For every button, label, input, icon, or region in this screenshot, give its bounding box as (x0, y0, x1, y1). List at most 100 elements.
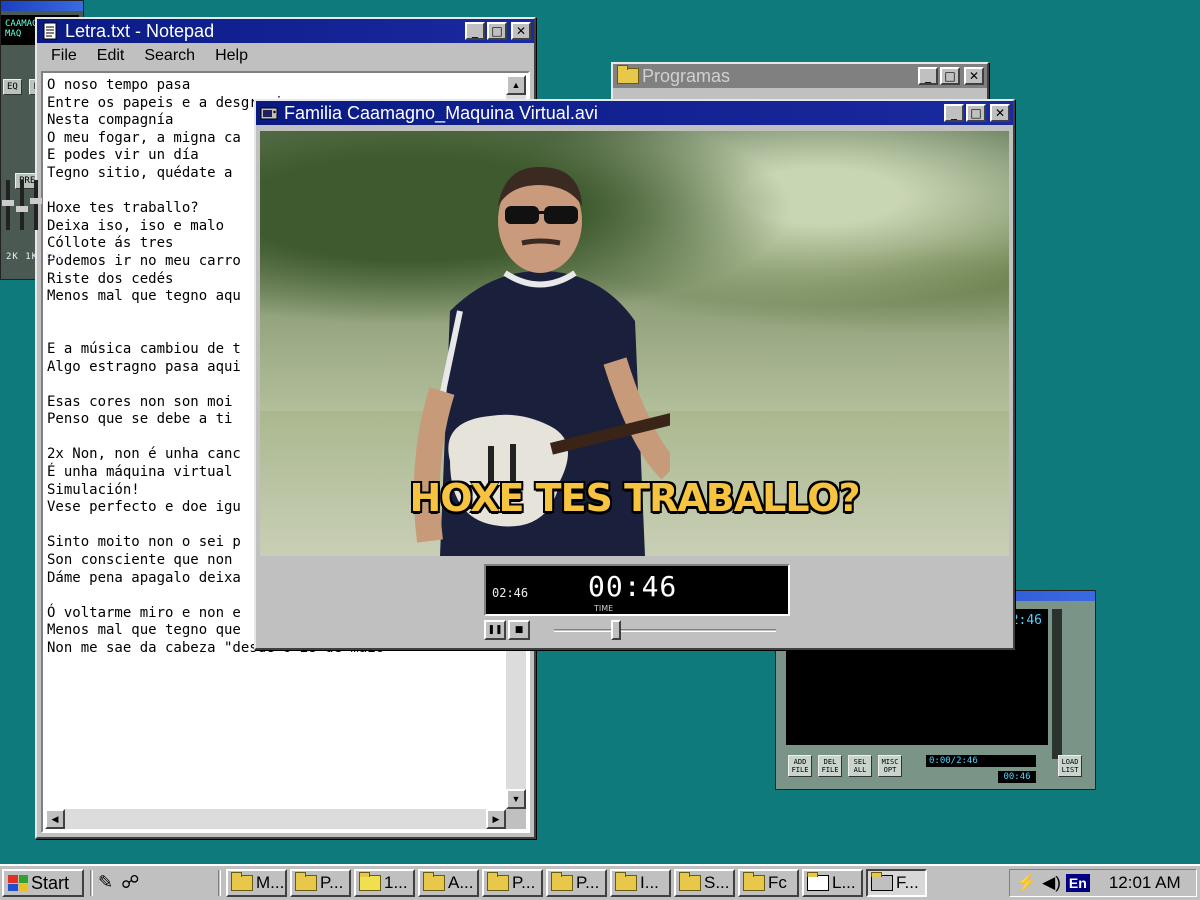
close-button[interactable]: ✕ (990, 104, 1010, 122)
folder-icon (423, 872, 445, 891)
system-tray: ⚡ ◀) En 12:01 AM (1009, 869, 1197, 897)
folder-icon (679, 872, 701, 891)
playlist-status: 0:00/2:46 (926, 755, 1036, 767)
scroll-corner (506, 809, 526, 829)
task-label: F... (896, 873, 919, 892)
clock[interactable]: 12:01 AM (1109, 873, 1181, 893)
notepad-icon (807, 872, 829, 891)
seek-track[interactable] (554, 629, 776, 632)
misc-opt-button[interactable]: MISC OPT (878, 755, 902, 777)
task-label: P... (320, 873, 344, 892)
maximize-button[interactable]: □ (966, 104, 986, 122)
folder-icon (295, 872, 317, 891)
task-button[interactable]: L... (802, 869, 863, 897)
task-button[interactable]: 1... (354, 869, 415, 897)
pause-button[interactable]: ❚❚ (484, 620, 506, 640)
del-file-button[interactable]: DEL FILE (818, 755, 842, 777)
start-label: Start (31, 872, 70, 893)
media-player-window[interactable]: Familia Caamagno_Maquina Virtual.avi _ □… (254, 99, 1015, 650)
task-button[interactable]: M... (226, 869, 287, 897)
horizontal-scrollbar[interactable]: ◀ ▶ (45, 809, 506, 829)
maximize-button[interactable]: □ (487, 22, 507, 40)
menu-file[interactable]: File (51, 47, 77, 65)
close-button[interactable]: ✕ (964, 67, 984, 85)
menu-search[interactable]: Search (144, 47, 195, 65)
player-title: Familia Caamagno_Maquina Virtual.avi (284, 102, 598, 123)
volume-icon[interactable]: ◀) (1042, 873, 1061, 893)
task-label: Fc (768, 873, 787, 892)
programas-title: Programas (642, 65, 731, 86)
folder-icon (231, 872, 253, 891)
winamp-eq-button[interactable]: EQ (3, 79, 22, 95)
task-label: S... (704, 873, 730, 892)
start-button[interactable]: Start (2, 869, 84, 897)
add-file-button[interactable]: ADD FILE (788, 755, 812, 777)
task-label: P... (576, 873, 600, 892)
minimize-button[interactable]: _ (944, 104, 964, 122)
notepad-icon (43, 22, 57, 40)
menu-bar: File Edit Search Help (37, 43, 534, 69)
notepad-titlebar[interactable]: Letra.txt - Notepad _ □ ✕ (37, 19, 534, 43)
playlist-track-time: 2:46 (1010, 613, 1042, 628)
folder-icon (617, 65, 639, 84)
task-label: P... (512, 873, 536, 892)
task-button[interactable]: I... (610, 869, 671, 897)
close-button[interactable]: ✕ (511, 22, 531, 40)
network-icon[interactable]: ⚡ (1016, 873, 1037, 893)
task-label: 1... (384, 873, 408, 892)
sel-all-button[interactable]: SEL ALL (848, 755, 872, 777)
task-label: L... (832, 873, 856, 892)
taskbar-separator (90, 870, 93, 896)
task-button[interactable]: A... (418, 869, 479, 897)
scroll-right-button[interactable]: ▶ (486, 809, 506, 829)
notepad-title: Letra.txt - Notepad (65, 20, 215, 41)
stop-button[interactable]: ■ (508, 620, 530, 640)
winamp-icon (359, 872, 381, 891)
task-button[interactable]: S... (674, 869, 735, 897)
task-button-active[interactable]: F... (866, 869, 927, 897)
text-line[interactable]: O noso tempo pasa (47, 77, 504, 95)
folder-icon (551, 872, 573, 891)
load-list-button[interactable]: LOAD LIST (1058, 755, 1082, 777)
edit-icon[interactable]: ✎ (98, 872, 113, 893)
scroll-up-button[interactable]: ▲ (506, 75, 526, 95)
quick-launch: ✎ ☍ (98, 872, 139, 893)
task-button[interactable]: Fc (738, 869, 799, 897)
eq-slider[interactable] (2, 180, 14, 230)
scroll-down-button[interactable]: ▼ (506, 789, 526, 809)
folder-icon (487, 872, 509, 891)
playlist-elapsed: 00:46 (998, 771, 1036, 783)
minimize-button[interactable]: _ (918, 67, 938, 85)
media-player-icon (260, 107, 278, 120)
video-subtitle: HOXE TES TRABALLO? (409, 476, 860, 520)
video-frame[interactable]: HOXE TES TRABALLO? (260, 131, 1009, 556)
total-length: 02:46 (492, 586, 529, 600)
task-button[interactable]: P... (482, 869, 543, 897)
task-label: A... (448, 873, 474, 892)
taskbar-separator (218, 870, 221, 896)
playlist-scrollbar[interactable] (1052, 609, 1062, 759)
language-indicator[interactable]: En (1065, 874, 1090, 892)
folder-icon (743, 872, 765, 891)
player-titlebar[interactable]: Familia Caamagno_Maquina Virtual.avi _ □… (256, 101, 1013, 125)
programas-titlebar[interactable]: Programas _ □ ✕ (613, 64, 987, 88)
windows-logo-icon (8, 875, 28, 891)
minimize-button[interactable]: _ (465, 22, 485, 40)
task-label: M... (256, 873, 285, 892)
menu-help[interactable]: Help (215, 47, 248, 65)
menu-edit[interactable]: Edit (97, 47, 125, 65)
eq-slider[interactable] (30, 180, 42, 230)
task-button[interactable]: P... (290, 869, 351, 897)
time-label: TIME (594, 604, 614, 613)
seek-slider-thumb[interactable] (611, 620, 622, 640)
eq-slider[interactable] (16, 180, 28, 230)
eq-frequency-labels: 2K 1K 16K (6, 252, 64, 262)
internet-icon[interactable]: ☍ (121, 872, 139, 893)
scroll-left-button[interactable]: ◀ (45, 809, 65, 829)
winamp-titlebar[interactable] (1, 1, 83, 11)
time-display: 02:46 00:46 TIME (484, 564, 790, 616)
maximize-button[interactable]: □ (940, 67, 960, 85)
playlist-buttons: ADD FILE DEL FILE SEL ALL MISC OPT (788, 755, 902, 777)
equalizer-sliders[interactable] (2, 180, 42, 230)
task-button[interactable]: P... (546, 869, 607, 897)
